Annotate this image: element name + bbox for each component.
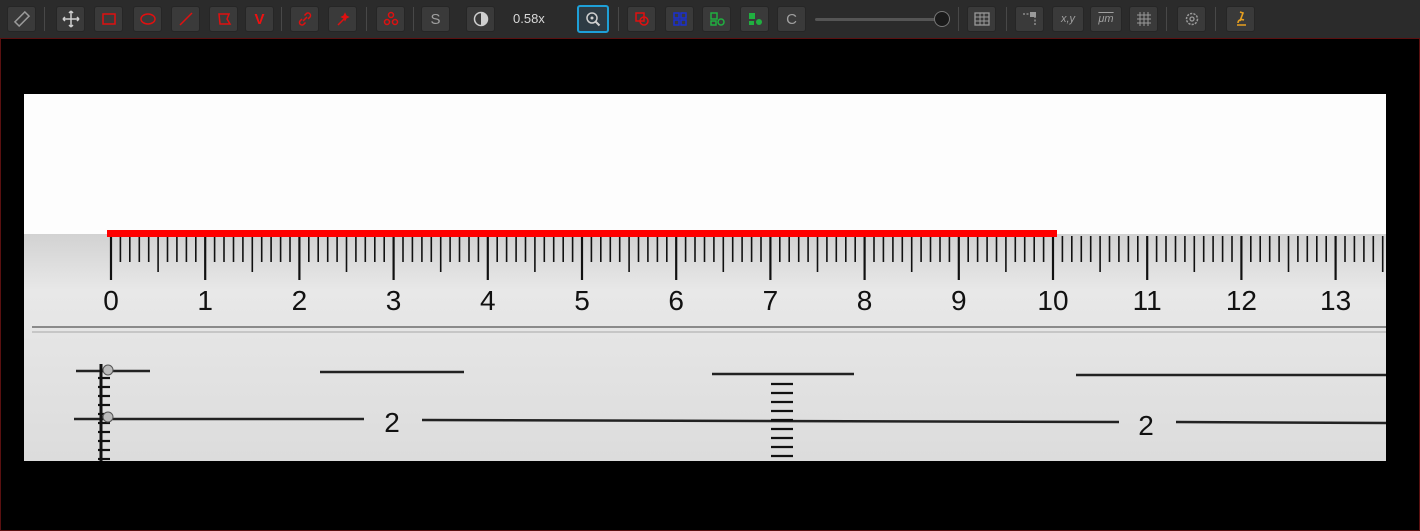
toolbar-separator (618, 7, 619, 31)
opacity-slider-track[interactable] (815, 18, 947, 21)
opacity-slider-handle[interactable] (934, 11, 950, 27)
move-tool-button[interactable] (56, 6, 85, 32)
ruler-scale-number: 1 (197, 285, 213, 316)
microscope-icon (1236, 11, 1246, 26)
settings-button[interactable] (1177, 6, 1206, 32)
micrometer-button[interactable]: μm (1090, 6, 1122, 32)
toolbar-separator (1166, 7, 1167, 31)
ruler-tool-button[interactable] (7, 6, 36, 32)
overlap-icon (634, 12, 649, 26)
toolbar-separator (366, 7, 367, 31)
micrometer-icon: μm (1098, 13, 1114, 25)
ruler-pin (102, 364, 114, 376)
magic-wand-tool-button[interactable] (328, 6, 357, 32)
line-icon (178, 12, 193, 26)
zoom-level: 0.58x (513, 11, 545, 26)
magic-wand-icon (336, 12, 350, 26)
crop-button[interactable] (1015, 6, 1044, 32)
toolbar-separator (1006, 7, 1007, 31)
ruler-scale-number: 12 (1226, 285, 1257, 316)
polygon-tool-button[interactable] (209, 6, 238, 32)
rectangle-icon (101, 13, 116, 25)
ruler-pin (102, 411, 114, 423)
line-tool-button[interactable] (171, 6, 200, 32)
angle-tool-button[interactable]: V (245, 6, 274, 32)
link-tool-button[interactable] (290, 6, 319, 32)
polygon-icon (217, 13, 231, 25)
shapes-filled-button[interactable] (740, 6, 769, 32)
ruler-image[interactable]: 0 1 2 3 4 5 6 7 8 9 10 11 12 13 2 2 (24, 94, 1386, 461)
clusters-icon (383, 11, 398, 26)
grid-overlay-button[interactable] (1129, 6, 1158, 32)
zoom-tool-button[interactable] (577, 5, 609, 33)
ruler-scale-number: 4 (480, 285, 496, 316)
ellipse-tool-button[interactable] (133, 6, 162, 32)
clear-button[interactable]: C (777, 6, 806, 32)
coordinates-button[interactable]: x,y (1052, 6, 1084, 32)
ruler-scale-number: 3 (386, 285, 402, 316)
ellipse-icon (139, 13, 156, 25)
lower-scale-number: 2 (384, 407, 400, 438)
settings-icon (1185, 12, 1198, 26)
grid-overlay-icon (1136, 12, 1151, 26)
angle-icon: V (254, 10, 265, 28)
paper-background (24, 94, 1386, 234)
ruler-scale-number: 6 (668, 285, 684, 316)
viewer-app: V S 0.58x C x,y μm 0 1 2 3 4 5 6 7 8 9 1… (0, 0, 1420, 531)
lower-scale-number: 2 (1138, 410, 1154, 441)
ruler-scale-number: 13 (1320, 285, 1351, 316)
zoom-icon (586, 12, 601, 27)
contrast-icon (473, 11, 488, 27)
ruler-scale-number: 9 (951, 285, 967, 316)
ruler-scale-number: 10 (1037, 285, 1068, 316)
contrast-button[interactable] (466, 6, 495, 32)
ruler-scale-number: 8 (857, 285, 873, 316)
scale-button[interactable]: S (421, 6, 450, 32)
shapes-green-icon (709, 12, 725, 26)
grid-select-icon (672, 12, 687, 26)
ruler-body (24, 234, 1386, 461)
ruler-icon (13, 10, 30, 28)
clear-icon: C (786, 10, 797, 28)
rectangle-tool-button[interactable] (94, 6, 123, 32)
shapes-outline-button[interactable] (702, 6, 731, 32)
ruler-scale-number: 7 (763, 285, 779, 316)
crop-icon (1022, 12, 1036, 26)
microscope-button[interactable] (1226, 6, 1255, 32)
grid-select-button[interactable] (665, 6, 694, 32)
ruler-scale-number: 11 (1133, 285, 1162, 316)
table-button[interactable] (967, 6, 996, 32)
toolbar-separator (44, 7, 45, 31)
coordinates-icon: x,y (1060, 13, 1076, 25)
toolbar-separator (281, 7, 282, 31)
toolbar-separator (413, 7, 414, 31)
measurement-line[interactable] (107, 230, 1057, 237)
lower-scale-line (1175, 420, 1386, 425)
ruler-photo: 0 1 2 3 4 5 6 7 8 9 10 11 12 13 2 2 (24, 94, 1386, 461)
scale-icon: S (430, 10, 441, 28)
toolbar-separator (958, 7, 959, 31)
toolbar: V S 0.58x C x,y μm (0, 0, 1420, 39)
link-icon (298, 12, 311, 26)
overlap-button[interactable] (627, 6, 656, 32)
shapes-green-filled-icon (748, 13, 762, 25)
table-icon (973, 12, 990, 26)
clusters-tool-button[interactable] (376, 6, 405, 32)
toolbar-separator (1215, 7, 1216, 31)
move-icon (61, 10, 80, 28)
ruler-scale-number: 5 (574, 285, 590, 316)
ruler-scale-number: 0 (103, 285, 119, 316)
ruler-scale-number: 2 (292, 285, 308, 316)
